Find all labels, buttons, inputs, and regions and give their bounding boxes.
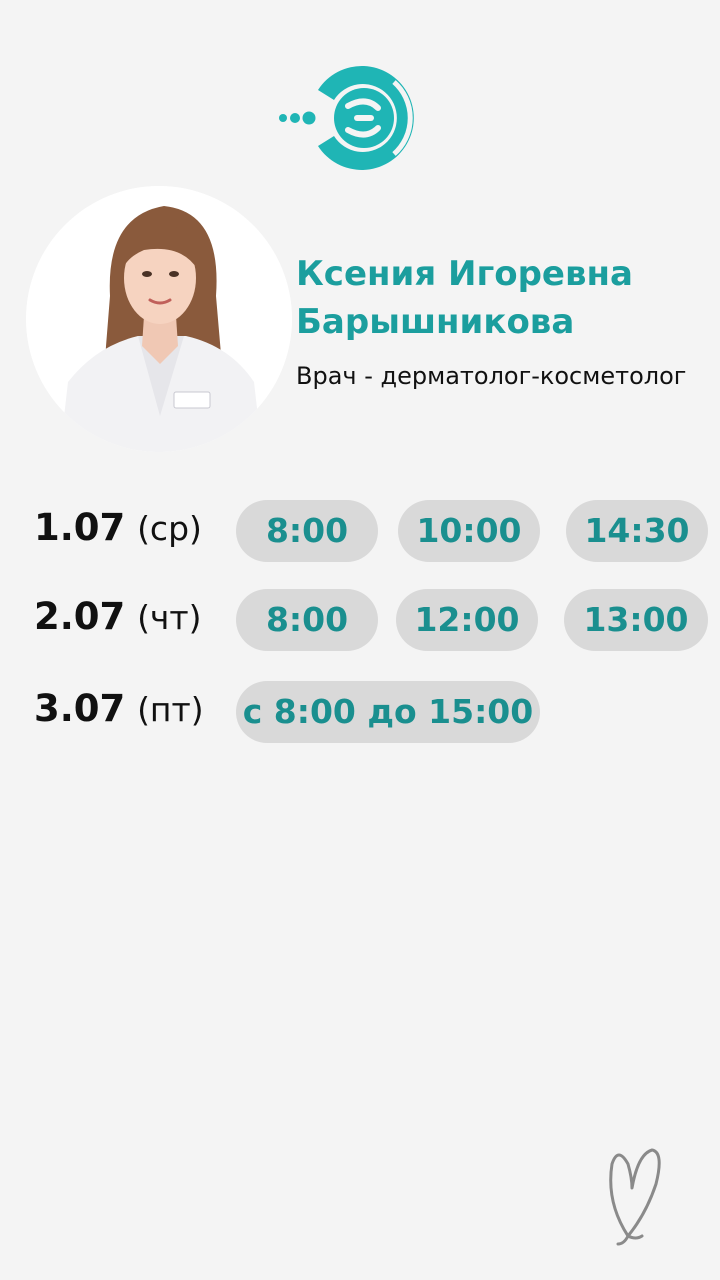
schedule-row: 3.07 (пт) с 8:00 до 15:00: [0, 681, 720, 743]
doctor-name: Ксения Игоревна Барышникова: [296, 250, 716, 346]
time-slot-button[interactable]: 12:00: [396, 589, 538, 651]
schedule-row: 2.07 (чт) 8:00 12:00 13:00: [0, 589, 720, 651]
time-slot-button[interactable]: 8:00: [236, 500, 378, 562]
time-slot-button[interactable]: 10:00: [398, 500, 540, 562]
schedule-date: 2.07 (чт): [34, 589, 202, 651]
day-of-week: (пт): [137, 690, 204, 729]
doctor-name-line2: Барышникова: [296, 302, 575, 342]
schedule-date: 1.07 (ср): [34, 500, 202, 562]
date-value: 2.07: [34, 595, 126, 638]
day-of-week: (ср): [137, 509, 202, 548]
clinic-logo: [279, 65, 414, 170]
schedule-row: 1.07 (ср) 8:00 10:00 14:30: [0, 500, 720, 562]
time-slot-button[interactable]: 13:00: [564, 589, 708, 651]
doctor-name-line1: Ксения Игоревна: [296, 254, 633, 294]
heart-icon: [609, 1148, 661, 1246]
date-value: 1.07: [34, 506, 126, 549]
time-slot-button[interactable]: 14:30: [566, 500, 708, 562]
doctor-title: Врач - дерматолог-косметолог: [296, 362, 687, 390]
time-slot-button[interactable]: 8:00: [236, 589, 378, 651]
date-value: 3.07: [34, 687, 126, 730]
doctor-photo: [26, 186, 292, 452]
time-range-button[interactable]: с 8:00 до 15:00: [236, 681, 540, 743]
day-of-week: (чт): [137, 598, 202, 637]
schedule-date: 3.07 (пт): [34, 681, 204, 743]
doctor-portrait-icon: [26, 186, 292, 452]
